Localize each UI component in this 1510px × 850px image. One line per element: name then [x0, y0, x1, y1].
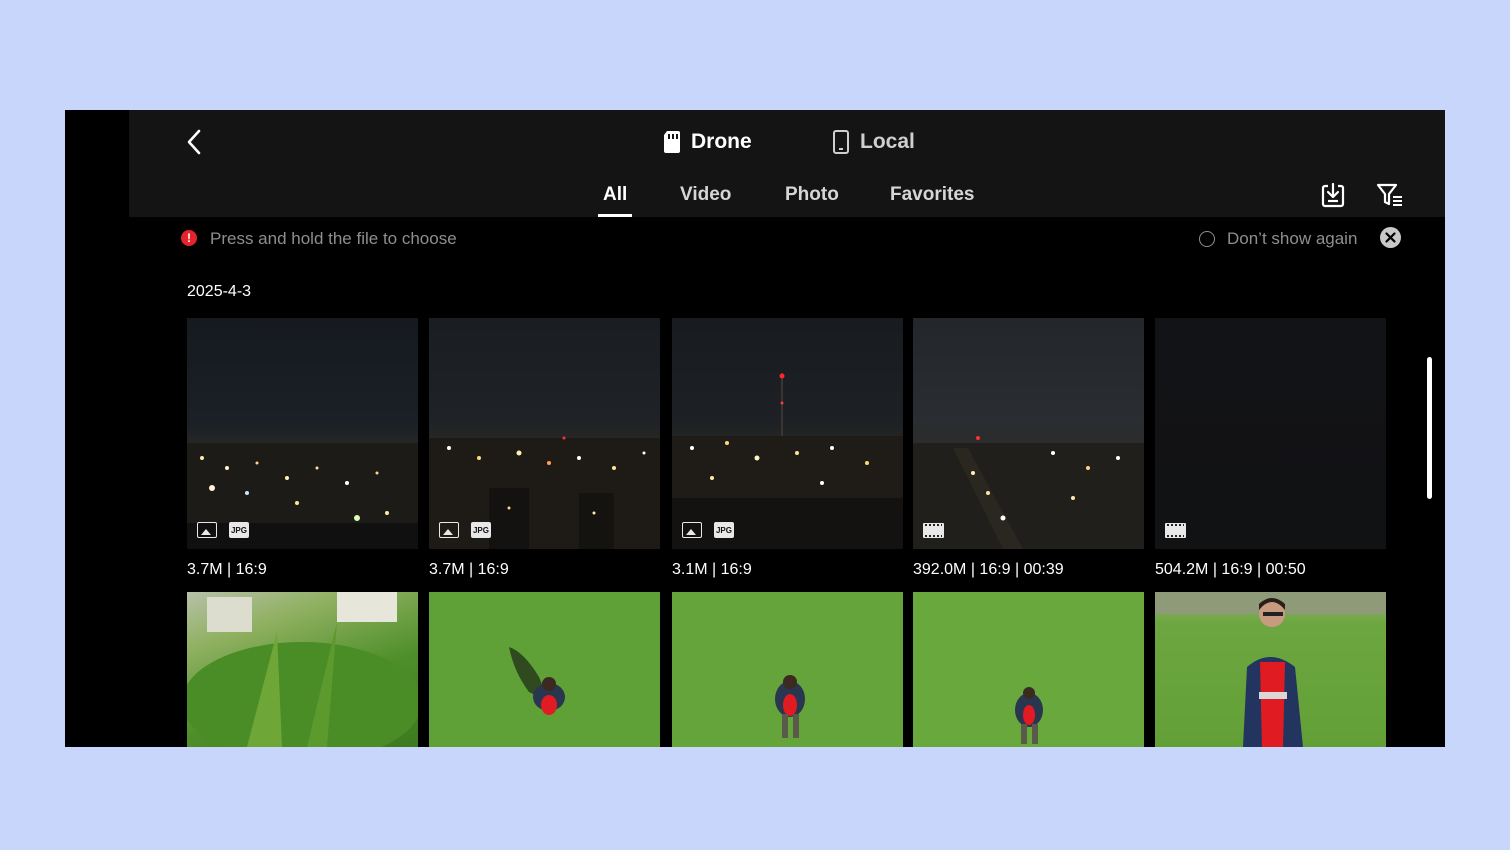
dont-show-label[interactable]: Don’t show again [1227, 229, 1357, 249]
person-on-grass-image [509, 647, 565, 715]
image-icon [439, 522, 459, 538]
image-icon [197, 522, 217, 538]
thumbnail-badges [1165, 523, 1186, 538]
media-thumbnail[interactable]: JPG [429, 318, 660, 549]
night-city-image [187, 443, 418, 549]
media-thumbnail[interactable] [913, 318, 1144, 549]
hint-text: Press and hold the file to choose [210, 229, 457, 248]
thumbnail-badges: JPG [682, 522, 734, 538]
back-button[interactable] [177, 124, 211, 160]
gallery-header: Drone Local All Video Photo Favorites [129, 110, 1445, 217]
media-thumbnail[interactable] [429, 592, 660, 747]
tab-favorites[interactable]: Favorites [890, 184, 974, 206]
media-meta: 3.7M | 16:9 [429, 561, 509, 578]
tab-video[interactable]: Video [680, 184, 731, 206]
download-icon [1321, 182, 1345, 208]
media-meta: 3.7M | 16:9 [187, 561, 267, 578]
media-meta: 504.2M | 16:9 | 00:50 [1155, 561, 1306, 578]
media-meta: 392.0M | 16:9 | 00:39 [913, 561, 1064, 578]
media-thumbnail[interactable] [913, 592, 1144, 747]
jpg-badge: JPG [229, 522, 249, 538]
source-tab-drone-label: Drone [691, 130, 752, 153]
source-tab-drone[interactable]: Drone [663, 127, 752, 157]
dont-show-radio[interactable] [1199, 231, 1215, 247]
person-on-grass-image [1015, 687, 1043, 744]
sd-card-icon [664, 131, 680, 153]
phone-icon [833, 130, 849, 154]
gallery-screen: Drone Local All Video Photo Favorites ! … [65, 110, 1445, 747]
media-thumbnail[interactable] [672, 592, 903, 747]
grass-closeup-image [187, 592, 418, 747]
person-on-grass-image [775, 675, 805, 738]
media-thumbnail[interactable] [1155, 318, 1386, 549]
jpg-badge: JPG [714, 522, 734, 538]
filter-button[interactable] [1375, 180, 1405, 210]
media-meta: 3.1M | 16:9 [672, 561, 752, 578]
filter-icon [1376, 183, 1402, 206]
thumbnail-badges: JPG [197, 522, 249, 538]
source-tab-local-label: Local [860, 130, 915, 153]
media-thumbnail[interactable]: JPG [187, 318, 418, 549]
date-header: 2025-4-3 [187, 283, 252, 300]
thumbnail-badges: JPG [439, 522, 491, 538]
hint-bar: ! Press and hold the file to choose Don’… [65, 226, 1445, 252]
close-icon [1385, 232, 1396, 243]
image-icon [682, 522, 702, 538]
thumbnail-badges [923, 523, 944, 538]
scrollbar-thumb[interactable] [1427, 357, 1432, 499]
person-standing-image [1155, 592, 1386, 747]
night-city-video-frame [913, 436, 1144, 549]
video-icon [923, 523, 944, 538]
jpg-badge: JPG [471, 522, 491, 538]
active-tab-indicator [598, 214, 632, 217]
tab-all[interactable]: All [603, 184, 627, 206]
media-thumbnail[interactable] [187, 592, 418, 747]
alert-icon: ! [181, 230, 197, 246]
source-tab-local[interactable]: Local [832, 127, 915, 157]
video-icon [1165, 523, 1186, 538]
download-button[interactable] [1318, 180, 1348, 210]
night-city-image [429, 436, 660, 549]
media-thumbnail[interactable] [1155, 592, 1386, 747]
night-city-image [672, 373, 903, 549]
tab-photo[interactable]: Photo [785, 184, 839, 206]
media-thumbnail[interactable]: JPG [672, 318, 903, 549]
close-hint-button[interactable] [1380, 227, 1401, 248]
chevron-left-icon [187, 129, 201, 155]
